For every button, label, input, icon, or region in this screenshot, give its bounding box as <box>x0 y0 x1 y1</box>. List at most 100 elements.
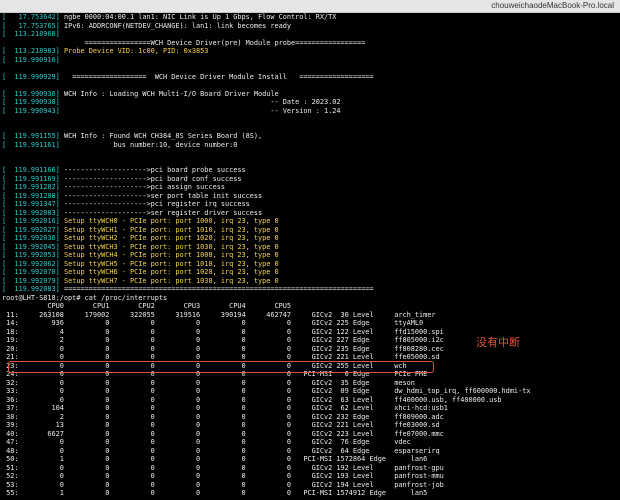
log-message: 39: 13 0 0 0 0 0 GICv2 221 Level ffe0300… <box>2 421 440 429</box>
log-message: -------------------->ser port table init… <box>59 191 263 200</box>
log-message: -------------------->pci assign success <box>59 183 225 191</box>
log-message: WCH Info : Loading WCH Multi-I/O Board D… <box>59 89 279 98</box>
log-message: -- Version : 1.24 <box>59 106 341 115</box>
log-message: 21: 0 0 0 0 0 0 GICv2 221 Level ffe05000… <box>2 353 440 361</box>
log-message: 14: 936 0 0 0 0 0 GICv2 225 Edge ttyAML0 <box>2 319 424 327</box>
log-message: 48: 0 0 0 0 0 0 GICv2 64 Edge esparserir… <box>2 446 440 455</box>
log-message: 50: 1 0 0 0 0 0 PCI-MSI 1572864 Edge lan… <box>2 455 428 463</box>
log-message: Setup ttyWCH2 - PCIe port: port 1020, ir… <box>59 234 279 242</box>
terminal-line: [ 119.991282] -------------------->pci a… <box>2 183 618 192</box>
terminal-line: 20: 0 0 0 0 0 0 GICv2 235 Edge ff808280.… <box>2 345 618 354</box>
log-message: Setup ttyWCH3 - PCIe port: port 1030, ir… <box>59 242 279 251</box>
log-timestamp: [ 119.992062] <box>2 259 60 268</box>
log-message: 51: 0 0 0 0 0 0 GICv2 192 Level panfrost… <box>2 463 444 472</box>
log-message: ========================================… <box>59 285 374 293</box>
log-message: 53: 0 0 0 0 0 0 GICv2 194 Level panfrost… <box>2 480 444 489</box>
log-message: Setup ttyWCH7 - PCIe port: port 1038, ir… <box>59 276 279 285</box>
terminal-line: [ 119.991288] -------------------->ser p… <box>2 192 618 201</box>
terminal-line: 39: 13 0 0 0 0 0 GICv2 221 Level ffe0300… <box>2 421 618 430</box>
terminal-line: [ 119.992083] -------------------->ser r… <box>2 209 618 218</box>
log-timestamp: [ 119.990916] <box>2 55 60 64</box>
log-message: 40: 6627 0 0 0 0 0 GICv2 223 Level ffe07… <box>2 429 444 438</box>
log-timestamp: [ 113.218983] <box>2 47 60 55</box>
log-message: Setup ttyWCH1 - PCIe port: port 1010, ir… <box>59 225 279 234</box>
log-message: -------------------->pci board conf succ… <box>59 174 242 183</box>
log-timestamp: [ 119.992045] <box>2 242 60 251</box>
log-message: -------------------->ser register driver… <box>59 208 263 217</box>
terminal-line: 18: 4 0 0 0 0 0 GICv2 122 Level ffd15000… <box>2 328 618 337</box>
terminal-line: 38: 2 0 0 0 0 0 GICv2 232 Edge ff809000.… <box>2 413 618 422</box>
window-titlebar: chouweichaodeMacBook-Pro.local <box>0 0 620 13</box>
log-timestamp: [ 119.991161] <box>2 140 60 149</box>
terminal-line: [ 119.992070] Setup ttyWCH6 - PCIe port:… <box>2 268 618 277</box>
terminal-line: [ 113.218968] <box>2 30 618 39</box>
log-message: 33: 0 0 0 0 0 0 GICv2 89 Edge dw_hdmi_to… <box>2 387 531 395</box>
terminal-line: 50: 1 0 0 0 0 0 PCI-MSI 1572864 Edge lan… <box>2 455 618 464</box>
log-timestamp: [ 119.992070] <box>2 268 60 276</box>
log-message: 55: 1 0 0 0 0 0 PCI-MSI 1574912 Edge lan… <box>2 489 428 497</box>
log-message: root@LHT-S818:/opt# cat /proc/interrupts <box>2 293 168 302</box>
terminal-line: [ 17.753765] IPv6: ADDRCONF(NETDEV_CHANG… <box>2 22 618 31</box>
terminal-line: 51: 0 0 0 0 0 0 GICv2 192 Level panfrost… <box>2 464 618 473</box>
terminal-line: [ 119.990943] -- Version : 1.24 <box>2 107 618 116</box>
terminal-line: 48: 0 0 0 0 0 0 GICv2 64 Edge esparserir… <box>2 447 618 456</box>
log-timestamp: [ 119.992016] <box>2 217 60 225</box>
log-timestamp: [ 113.218968] <box>2 30 60 38</box>
log-message: 52: 0 0 0 0 0 0 GICv2 193 Level panfrost… <box>2 472 444 480</box>
log-message: ================== WCH Device Driver Mod… <box>59 72 374 81</box>
log-message: Setup ttyWCH6 - PCIe port: port 1028, ir… <box>59 268 279 276</box>
terminal-output[interactable]: [ 17.753642] ngbe 0000:04:00.1 lan1: NIC… <box>2 13 618 500</box>
log-timestamp: [ 119.990943] <box>2 106 60 115</box>
log-timestamp: [ 119.991155] <box>2 132 60 140</box>
terminal-line: 32: 0 0 0 0 0 0 GICv2 35 Edge meson <box>2 379 618 388</box>
log-timestamp: [ 119.992027] <box>2 225 60 234</box>
log-timestamp: [ 119.991166] <box>2 166 60 174</box>
log-message: -------------------->pci register irq su… <box>59 200 250 208</box>
terminal-line: [ 119.991161] bus number:10, device numb… <box>2 141 618 150</box>
terminal-line: [ 119.991166] -------------------->pci b… <box>2 166 618 175</box>
log-timestamp: [ 119.992079] <box>2 276 60 285</box>
log-timestamp: [ 119.991169] <box>2 174 60 183</box>
log-message: Setup ttyWCH4 - PCIe port: port 1008, ir… <box>59 251 279 259</box>
terminal-line: [ 119.992036] Setup ttyWCH2 - PCIe port:… <box>2 234 618 243</box>
log-message: 38: 2 0 0 0 0 0 GICv2 232 Edge ff809000.… <box>2 412 444 421</box>
log-message: 36: 0 0 0 0 0 0 GICv2 63 Level ff400000.… <box>2 395 502 404</box>
terminal-line: 52: 0 0 0 0 0 0 GICv2 193 Level panfrost… <box>2 472 618 481</box>
log-message: -- Date : 2023.02 <box>59 98 341 106</box>
log-message: -------------------->pci board probe suc… <box>59 166 246 174</box>
terminal-line: ================WCH Device Driver(pre) M… <box>2 39 618 48</box>
annotation-note: 没有中断 <box>476 336 520 349</box>
terminal-line: 19: 2 0 0 0 0 0 GICv2 227 Edge ff805000.… <box>2 336 618 345</box>
terminal-line: 53: 0 0 0 0 0 0 GICv2 194 Level panfrost… <box>2 481 618 490</box>
log-message: Setup ttyWCH5 - PCIe port: port 1018, ir… <box>59 259 279 268</box>
log-message: Setup ttyWCH0 - PCIe port: port 1000, ir… <box>59 217 279 225</box>
terminal-line: 36: 0 0 0 0 0 0 GICv2 63 Level ff400000.… <box>2 396 618 405</box>
log-timestamp: [ 119.992083] <box>2 208 60 217</box>
terminal-line: [ 119.992079] Setup ttyWCH7 - PCIe port:… <box>2 277 618 286</box>
log-timestamp: [ 119.992083] <box>2 285 60 293</box>
log-message: 32: 0 0 0 0 0 0 GICv2 35 Edge meson <box>2 378 415 387</box>
highlight-box-irq23 <box>8 360 434 373</box>
log-message: CPU0 CPU1 CPU2 CPU3 CPU4 CPU5 <box>2 302 291 310</box>
terminal-line: [ 119.992016] Setup ttyWCH0 - PCIe port:… <box>2 217 618 226</box>
terminal-line: [ 119.992083] ==========================… <box>2 285 618 294</box>
terminal-line: [ 113.218983] Probe Device VID: 1c00, PI… <box>2 47 618 56</box>
terminal-line: [ 119.990936] WCH Info : Loading WCH Mul… <box>2 90 618 99</box>
terminal-line: [ 119.991155] WCH Info : Found WCH CH384… <box>2 132 618 141</box>
terminal-line: [ 119.990929] ================== WCH Dev… <box>2 73 618 82</box>
terminal-line: [ 119.990916] <box>2 56 618 65</box>
window-title: chouweichaodeMacBook-Pro.local <box>491 1 614 10</box>
terminal-line: 33: 0 0 0 0 0 0 GICv2 89 Edge dw_hdmi_to… <box>2 387 618 396</box>
log-message: IPv6: ADDRCONF(NETDEV_CHANGE): lan1: lin… <box>59 21 292 30</box>
terminal-line: [ 119.992027] Setup ttyWCH1 - PCIe port:… <box>2 226 618 235</box>
terminal-line: [ 119.991169] -------------------->pci b… <box>2 175 618 184</box>
log-timestamp: [ 119.991347] <box>2 200 60 208</box>
log-message: ngbe 0000:04:00.1 lan1: NIC Link is Up 1… <box>59 13 337 21</box>
terminal-line: [ 119.992062] Setup ttyWCH5 - PCIe port:… <box>2 260 618 269</box>
